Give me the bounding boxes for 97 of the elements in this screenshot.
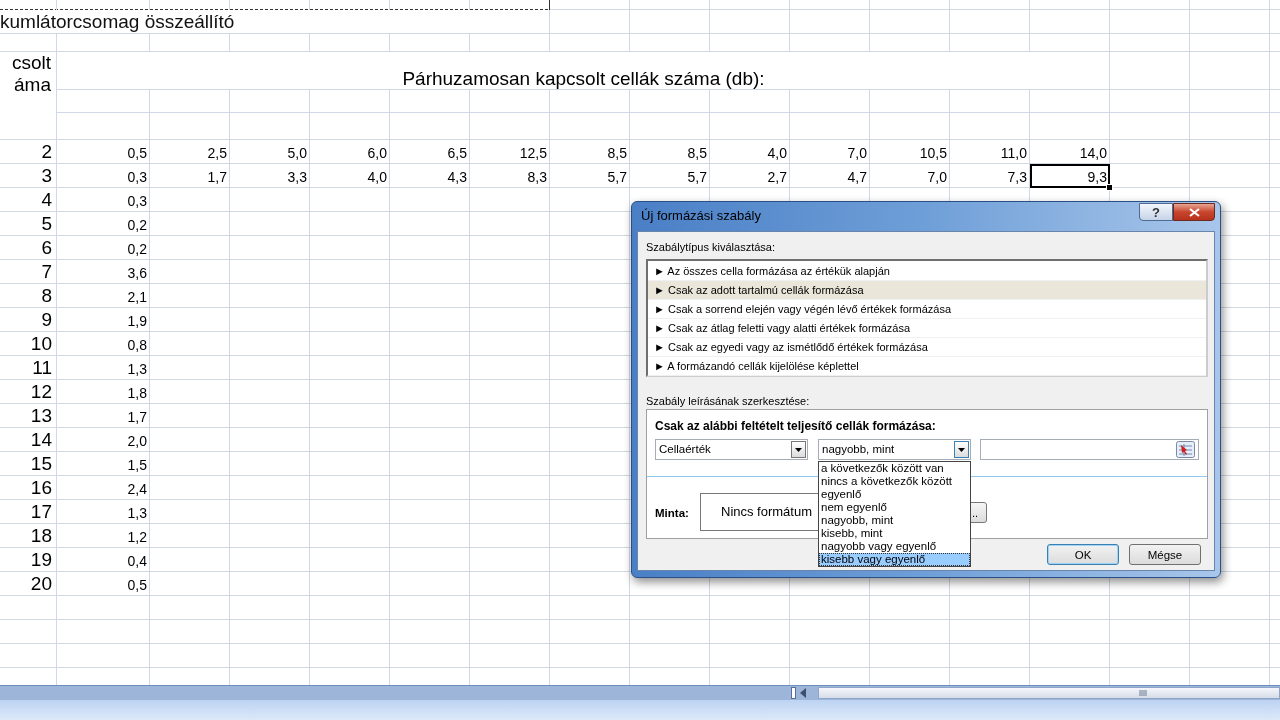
table-cell-text: 2,1 xyxy=(126,288,148,307)
dropdown[interactable]: Cellaérték xyxy=(655,439,808,460)
table-cell-text: 2,7 xyxy=(766,168,788,187)
table-cell-text: 0,3 xyxy=(126,192,148,211)
table-cell-text: 4,0 xyxy=(766,144,788,163)
sheet-title: kumlátorcsomag összeállító xyxy=(0,10,236,34)
table-cell-text: 13 xyxy=(29,404,53,428)
dropdown[interactable]: nagyobb, mint xyxy=(818,439,971,460)
range-picker-icon[interactable] xyxy=(1176,441,1195,458)
table-cell-text: 3,6 xyxy=(126,264,148,283)
ok-button[interactable]: OK xyxy=(1047,544,1119,565)
preview-label: Minta: xyxy=(655,507,689,519)
cancel-button[interactable]: Mégse xyxy=(1129,544,1201,565)
dropdown-option[interactable]: nem egyenlő xyxy=(819,501,970,514)
scroll-thumb-grip-icon[interactable] xyxy=(1139,690,1147,696)
table-cell-text: 3,3 xyxy=(286,168,308,187)
table-cell-text: 5,7 xyxy=(606,168,628,187)
fill-handle[interactable] xyxy=(1106,184,1113,191)
table-cell-text: 8,5 xyxy=(606,144,628,163)
table-cell-text: 4,0 xyxy=(366,168,388,187)
table-cell-text: 0,5 xyxy=(126,144,148,163)
table-cell-text: 7 xyxy=(40,260,53,284)
table-cell-text: 16 xyxy=(29,476,53,500)
table-cell-text: 4,3 xyxy=(446,168,468,187)
table-cell-text: 1,2 xyxy=(126,528,148,547)
table-cell-text: 0,2 xyxy=(126,240,148,259)
section-label: Szabálytípus kiválasztása: xyxy=(646,241,775,253)
table-cell-text: 3 xyxy=(40,164,53,188)
list-item[interactable]: ► Csak az egyedi vagy az ismétlődő értékek formázása xyxy=(648,338,1206,357)
table-cell-text: 8 xyxy=(40,284,53,308)
table-cell-text: 2,0 xyxy=(126,432,148,451)
table-cell-text: 4 xyxy=(40,188,53,212)
table-cell-text: 8,3 xyxy=(526,168,548,187)
table-cell-text: 0,8 xyxy=(126,336,148,355)
table-cell-text: 1,9 xyxy=(126,312,148,331)
table-cell-text: 12,5 xyxy=(518,144,548,163)
list-item[interactable]: ► Csak az átlag feletti vagy alatti értékek formázása xyxy=(648,319,1206,338)
list-item[interactable]: ► Csak az adott tartalmú cellák formázása xyxy=(648,281,1206,300)
table-cell-text: 11 xyxy=(31,356,53,380)
dialog-title: Új formázási szabály xyxy=(641,208,761,223)
dropdown-option[interactable]: kisebb vagy egyenlő xyxy=(819,553,970,566)
section-heading: Csak az alábbi feltételt teljesítő cellák formázása: xyxy=(655,419,936,433)
table-cell-text: 5,7 xyxy=(686,168,708,187)
table-cell-text: 2 xyxy=(40,140,53,164)
table-cell-text: 1,3 xyxy=(126,504,148,523)
table-cell-text: 15 xyxy=(29,452,53,476)
table-cell-text: 10 xyxy=(29,332,53,356)
table-cell-text: 10,5 xyxy=(918,144,948,163)
table-cell-text: 8,5 xyxy=(686,144,708,163)
table-cell-text: 6,5 xyxy=(446,144,468,163)
value-field[interactable] xyxy=(980,439,1199,460)
table-cell-text: 14 xyxy=(29,428,53,452)
table-cell-text: 7,0 xyxy=(926,168,948,187)
table-cell-text: 9 xyxy=(40,308,53,332)
table-cell: 9,3 xyxy=(1030,164,1110,188)
dropdown-option[interactable]: a következők között van xyxy=(819,462,970,475)
close-icon xyxy=(1188,207,1200,217)
list-item[interactable]: ► Csak a sorrend elején vagy végén lévő értékek formázása xyxy=(648,300,1206,319)
column-header: Párhuzamosan kapcsolt cellák száma (db): xyxy=(402,68,765,90)
table-cell-text: 6 xyxy=(40,236,53,260)
table-cell-text: 1,7 xyxy=(206,168,228,187)
left-arrow-icon[interactable] xyxy=(800,688,806,698)
column-header: csolt áma xyxy=(11,52,52,96)
help-button[interactable]: ? xyxy=(1139,203,1173,221)
table-cell-text: 11,0 xyxy=(999,144,1028,163)
table-cell-text: 0,2 xyxy=(126,216,148,235)
dropdown-option[interactable]: nagyobb vagy egyenlő xyxy=(819,540,970,553)
table-cell-text: 2,4 xyxy=(126,480,148,499)
dropdown-option[interactable]: nincs a következők között xyxy=(819,475,970,488)
table-cell-text: 0,5 xyxy=(126,576,148,595)
table-cell-text: 12 xyxy=(29,380,53,404)
close-button[interactable] xyxy=(1173,203,1215,221)
caret-icon xyxy=(958,447,965,452)
table-cell-text: 1,3 xyxy=(126,360,148,379)
table-cell-text: 19 xyxy=(29,548,53,572)
table-cell-text: 0,4 xyxy=(126,552,148,571)
list-item[interactable]: ► A formázandó cellák kijelölése képlettel xyxy=(648,357,1206,376)
horizontal-scrollbar[interactable] xyxy=(0,685,1280,700)
table-cell-text: 5,0 xyxy=(286,144,308,163)
table-cell-text: 0,3 xyxy=(126,168,148,187)
table-cell-text: 1,8 xyxy=(126,384,148,403)
split-handle[interactable] xyxy=(791,687,796,699)
table-cell-text: 7,3 xyxy=(1006,168,1028,187)
caret-icon xyxy=(795,447,802,452)
table-cell-text: 2,5 xyxy=(206,144,228,163)
table-cell-text: 4,7 xyxy=(846,168,868,187)
dropdown-option[interactable]: nagyobb, mint xyxy=(819,514,970,527)
table-cell-text: 1,5 xyxy=(126,456,148,475)
table-cell-text: 1,7 xyxy=(126,408,148,427)
table-cell-text: 6,0 xyxy=(366,144,388,163)
table-cell-text: 5 xyxy=(40,212,53,236)
section-label: Szabály leírásának szerkesztése: xyxy=(646,395,810,407)
table-cell-text: 17 xyxy=(29,500,53,524)
table-cell-text: 7,0 xyxy=(846,144,868,163)
table-cell-text: 14,0 xyxy=(1078,144,1108,163)
table-cell-text: 20 xyxy=(29,572,53,596)
table-cell-text: 18 xyxy=(29,524,53,548)
